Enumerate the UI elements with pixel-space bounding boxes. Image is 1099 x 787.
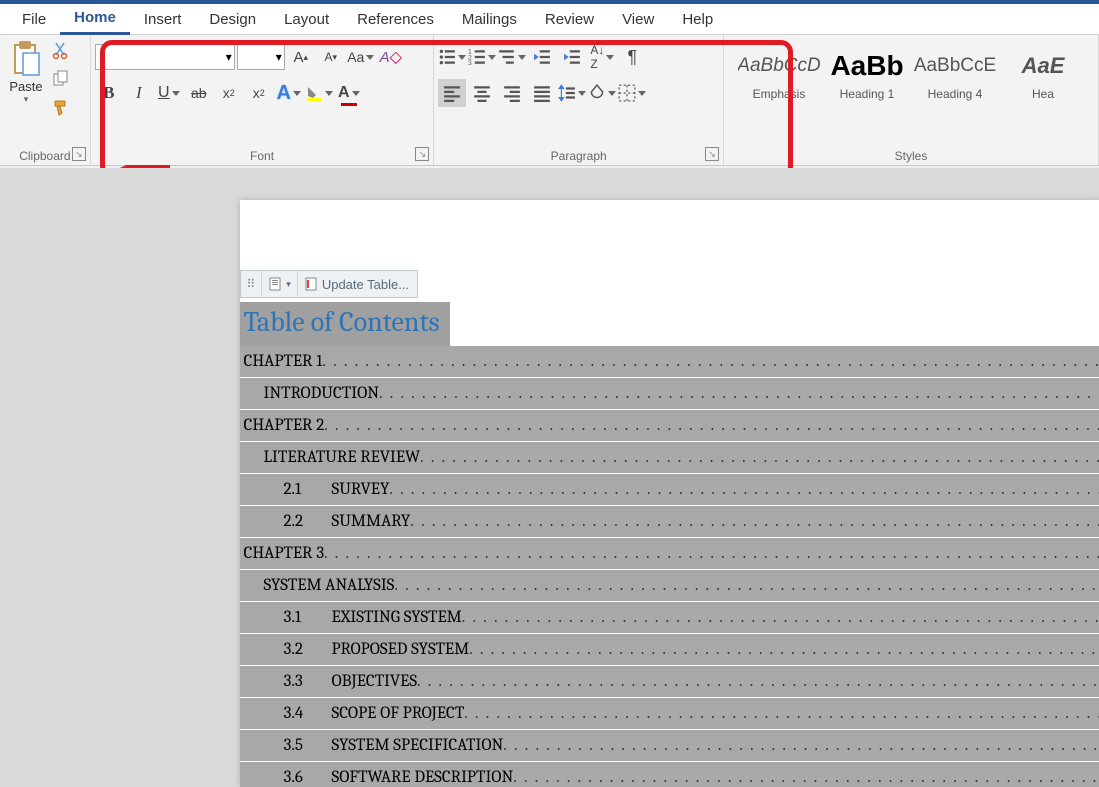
group-label-paragraph: Paragraph xyxy=(434,149,723,163)
style-heading-1[interactable]: AaBbHeading 1 xyxy=(826,45,908,111)
align-center-icon[interactable] xyxy=(468,79,496,107)
menu-design[interactable]: Design xyxy=(195,5,270,34)
group-label-styles: Styles xyxy=(724,149,1098,163)
style-hea[interactable]: AaEHea xyxy=(1002,45,1084,111)
align-left-icon[interactable] xyxy=(438,79,466,107)
toc-entry[interactable]: CHAPTER 1 . . . . . . . . . . . . . . . … xyxy=(240,346,1099,377)
ribbon: Paste ▾ Clipboard ↘ ▾ ▾ A▴ A▾ Aa A◇ B I … xyxy=(0,35,1099,166)
toc-entry[interactable]: CHAPTER 2 . . . . . . . . . . . . . . . … xyxy=(240,410,1099,441)
paragraph-launcher[interactable]: ↘ xyxy=(705,147,719,161)
borders-icon[interactable] xyxy=(618,79,646,107)
menu-insert[interactable]: Insert xyxy=(130,5,196,34)
format-painter-icon[interactable] xyxy=(52,99,70,122)
underline-button[interactable]: U xyxy=(155,79,183,107)
svg-text:3: 3 xyxy=(468,60,472,66)
toc-entry[interactable]: 3.4SCOPE OF PROJECT . . . . . . . . . . … xyxy=(240,698,1099,729)
change-case-icon[interactable]: Aa xyxy=(347,43,375,71)
toc-entry[interactable]: CHAPTER 3 . . . . . . . . . . . . . . . … xyxy=(240,538,1099,569)
group-paragraph: 123 A↓Z ¶ Paragraph ↘ xyxy=(434,35,724,165)
highlight-icon[interactable] xyxy=(305,79,333,107)
toc-options-button[interactable]: ▾ xyxy=(262,271,298,297)
toc-title: Table of Contents xyxy=(240,302,450,342)
decrease-indent-icon[interactable] xyxy=(528,43,556,71)
group-font: ▾ ▾ A▴ A▾ Aa A◇ B I U ab x2 x2 A A Font … xyxy=(91,35,435,165)
sort-icon[interactable]: A↓Z xyxy=(588,43,616,71)
copy-icon[interactable] xyxy=(52,70,70,93)
toc-entry[interactable]: 3.3OBJECTIVES . . . . . . . . . . . . . … xyxy=(240,666,1099,697)
update-table-button[interactable]: Update Table... xyxy=(298,271,415,297)
toc-entry[interactable]: 3.1EXISTING SYSTEM . . . . . . . . . . .… xyxy=(240,602,1099,633)
toc-entry[interactable]: LITERATURE REVIEW . . . . . . . . . . . … xyxy=(240,442,1099,473)
align-right-icon[interactable] xyxy=(498,79,526,107)
toc-toolbar: ⠿ ▾ Update Table... xyxy=(240,270,418,298)
strikethrough-button[interactable]: ab xyxy=(185,79,213,107)
menu-layout[interactable]: Layout xyxy=(270,5,343,34)
font-size-combo[interactable]: ▾ xyxy=(237,44,285,70)
menu-help[interactable]: Help xyxy=(668,5,727,34)
menu-file[interactable]: File xyxy=(8,5,60,34)
menu-review[interactable]: Review xyxy=(531,5,608,34)
menu-home[interactable]: Home xyxy=(60,3,130,35)
paste-button[interactable]: Paste ▾ xyxy=(4,39,48,122)
font-launcher[interactable]: ↘ xyxy=(415,147,429,161)
text-effects-icon[interactable]: A xyxy=(275,79,303,107)
numbering-icon[interactable]: 123 xyxy=(468,43,496,71)
group-label-font: Font xyxy=(91,149,434,163)
bullets-icon[interactable] xyxy=(438,43,466,71)
toc-entry[interactable]: INTRODUCTION . . . . . . . . . . . . . .… xyxy=(240,378,1099,409)
menu-view[interactable]: View xyxy=(608,5,668,34)
justify-icon[interactable] xyxy=(528,79,556,107)
font-name-combo[interactable]: ▾ xyxy=(95,44,235,70)
toc-entry[interactable]: 3.6SOFTWARE DESCRIPTION . . . . . . . . … xyxy=(240,762,1099,787)
toc-entry[interactable]: 2.2SUMMARY . . . . . . . . . . . . . . .… xyxy=(240,506,1099,537)
toc-entry[interactable]: 3.2PROPOSED SYSTEM . . . . . . . . . . .… xyxy=(240,634,1099,665)
increase-indent-icon[interactable] xyxy=(558,43,586,71)
style-heading-4[interactable]: AaBbCcEHeading 4 xyxy=(914,45,996,111)
line-spacing-icon[interactable] xyxy=(558,79,586,107)
toc-entry[interactable]: 2.1SURVEY . . . . . . . . . . . . . . . … xyxy=(240,474,1099,505)
menu-references[interactable]: References xyxy=(343,5,448,34)
superscript-button[interactable]: x2 xyxy=(245,79,273,107)
bold-button[interactable]: B xyxy=(95,79,123,107)
toc-handle-icon[interactable]: ⠿ xyxy=(241,271,263,297)
menu-mailings[interactable]: Mailings xyxy=(448,5,531,34)
multilevel-list-icon[interactable] xyxy=(498,43,526,71)
style-emphasis[interactable]: AaBbCcDEmphasis xyxy=(738,45,820,111)
show-marks-icon[interactable]: ¶ xyxy=(618,43,646,71)
grow-font-icon[interactable]: A▴ xyxy=(287,43,315,71)
clipboard-launcher[interactable]: ↘ xyxy=(72,147,86,161)
toc-entry[interactable]: SYSTEM ANALYSIS . . . . . . . . . . . . … xyxy=(240,570,1099,601)
group-styles: AaBbCcDEmphasisAaBbHeading 1AaBbCcEHeadi… xyxy=(724,35,1099,165)
page: ⠿ ▾ Update Table... Table of Contents CH… xyxy=(240,200,1099,787)
toc-container[interactable]: Table of Contents CHAPTER 1 . . . . . . … xyxy=(240,302,1099,787)
subscript-button[interactable]: x2 xyxy=(215,79,243,107)
shading-icon[interactable] xyxy=(588,79,616,107)
menu-bar: FileHomeInsertDesignLayoutReferencesMail… xyxy=(0,4,1099,35)
font-color-icon[interactable]: A xyxy=(335,79,363,107)
group-clipboard: Paste ▾ Clipboard ↘ xyxy=(0,35,91,165)
shrink-font-icon[interactable]: A▾ xyxy=(317,43,345,71)
italic-button[interactable]: I xyxy=(125,79,153,107)
toc-entry[interactable]: 3.5SYSTEM SPECIFICATION . . . . . . . . … xyxy=(240,730,1099,761)
clear-formatting-icon[interactable]: A◇ xyxy=(377,43,405,71)
document-area[interactable]: ⠿ ▾ Update Table... Table of Contents CH… xyxy=(0,168,1099,787)
cut-icon[interactable] xyxy=(52,41,70,64)
